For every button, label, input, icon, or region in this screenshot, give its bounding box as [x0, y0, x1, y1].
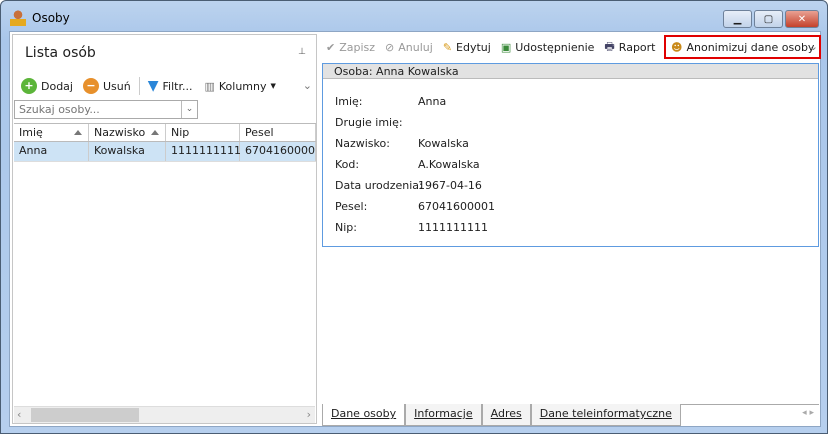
scrollbar-thumb[interactable]: [31, 408, 139, 422]
column-header-nip[interactable]: Nip: [166, 124, 240, 141]
close-button[interactable]: ✕: [785, 10, 819, 28]
maximize-button[interactable]: ▢: [754, 10, 783, 28]
edit-button[interactable]: ✎ Edytuj: [443, 41, 491, 54]
add-button[interactable]: + Dodaj: [21, 78, 73, 94]
window-title: Osoby: [32, 11, 70, 25]
field-pesel: Pesel: 67041600001: [335, 200, 495, 213]
minus-icon: −: [82, 78, 99, 94]
checkmark-icon: ✔: [326, 41, 336, 54]
tab-informacje[interactable]: Informacje: [405, 404, 482, 426]
report-button[interactable]: 🖶 Raport: [604, 38, 655, 57]
horizontal-scrollbar[interactable]: ‹ ›: [14, 406, 315, 423]
toolbar-overflow-icon[interactable]: ⌄: [303, 79, 312, 92]
grid-header: Imię Nazwisko Nip Pesel: [14, 123, 316, 142]
column-header-pesel[interactable]: Pesel: [240, 124, 316, 141]
filter-button[interactable]: ▼ Filtr...: [148, 78, 193, 94]
person-detail-box: Osoba: Anna Kowalska Imię: Anna Drugie im…: [322, 63, 819, 247]
scroll-left-icon[interactable]: ‹: [17, 408, 21, 421]
window: Osoby ▁ ▢ ✕ Lista osób ⊥ + Dodaj − Usuń ▼ F…: [0, 0, 828, 434]
printer-icon: 🖶: [604, 40, 615, 53]
person-list-panel: Lista osób ⊥ + Dodaj − Usuń ▼ Filtr... ▥ Kol…: [12, 34, 317, 424]
column-header-imie[interactable]: Imię: [14, 124, 89, 141]
tab-adres[interactable]: Adres: [481, 404, 531, 426]
person-detail-panel: ✔ Zapisz ⊘ Anuluj ✎ Edytuj ▣ Udostępnienie 🖶…: [320, 32, 822, 426]
tab-dane-osoby[interactable]: Dane osoby: [322, 404, 406, 426]
panel-title: Lista osób: [25, 45, 96, 61]
search-combobox[interactable]: ⌄: [14, 100, 198, 119]
tab-strip: Dane osoby Informacje Adres Dane teleinf…: [322, 404, 681, 426]
column-header-nazwisko[interactable]: Nazwisko: [89, 124, 166, 141]
columns-button[interactable]: ▥ Kolumny ▼: [204, 80, 275, 93]
columns-icon: ▥: [204, 79, 215, 93]
scroll-right-icon[interactable]: ›: [307, 408, 311, 421]
tab-scroll-arrows-icon[interactable]: ◂ ▸: [802, 408, 814, 418]
person-icon: [10, 10, 26, 26]
field-kod: Kod: A.Kowalska: [335, 158, 480, 171]
field-drugie-imie: Drugie imię:: [335, 116, 403, 129]
field-nazwisko: Nazwisko: Kowalska: [335, 137, 469, 150]
funnel-icon: ▼: [147, 78, 159, 94]
client-area: Lista osób ⊥ + Dodaj − Usuń ▼ Filtr... ▥ Kol…: [9, 31, 822, 427]
field-nip: Nip: 1111111111: [335, 221, 488, 234]
cell-nip: 1111111111: [166, 142, 241, 161]
cancel-button[interactable]: ⊘ Anuluj: [385, 41, 433, 54]
detail-header: Osoba: Anna Kowalska: [323, 64, 818, 79]
share-person-icon: ▣: [500, 41, 512, 54]
minimize-button[interactable]: ▁: [723, 10, 752, 28]
sort-asc-icon: [74, 130, 82, 135]
cell-nazwisko: Kowalska: [89, 142, 166, 161]
cell-imie: Anna: [14, 142, 89, 161]
cell-pesel: 67041600001: [240, 142, 316, 161]
pencil-icon: ✎: [442, 41, 453, 54]
cancel-icon: ⊘: [385, 41, 395, 54]
anonymize-button[interactable]: ☻ Anonimizuj dane osoby: [664, 35, 822, 59]
share-button[interactable]: ▣ Udostępnienie: [501, 41, 595, 54]
table-row[interactable]: Anna Kowalska 1111111111 67041600001: [14, 142, 316, 162]
toolbar-overflow-icon[interactable]: ⌄: [809, 40, 818, 53]
plus-icon: +: [21, 78, 37, 94]
sort-asc-icon: [151, 130, 159, 135]
pin-icon[interactable]: ⊥: [298, 47, 306, 57]
tab-dane-teleinformatyczne[interactable]: Dane teleinformatyczne: [530, 404, 681, 426]
dropdown-chevron-icon[interactable]: ⌄: [181, 101, 197, 118]
remove-button[interactable]: − Usuń: [82, 78, 131, 94]
title-bar: Osoby: [10, 10, 70, 26]
save-button[interactable]: ✔ Zapisz: [326, 41, 375, 54]
field-imie: Imię: Anna: [335, 95, 447, 108]
search-input[interactable]: [15, 101, 181, 118]
field-data-urodzenia: Data urodzenia: 1967-04-16: [335, 179, 482, 192]
anonymize-person-icon: ☻: [671, 40, 683, 54]
